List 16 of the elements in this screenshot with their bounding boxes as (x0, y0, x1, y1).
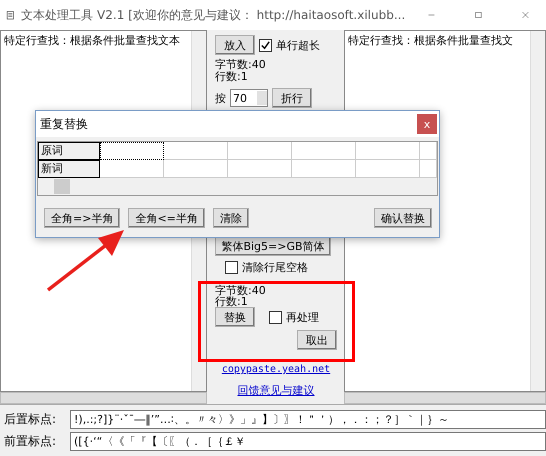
wrap-label: 按 (215, 90, 226, 106)
field-label: 后置标点: (4, 411, 58, 428)
checkbox-label: 再处理 (286, 310, 319, 324)
checkbox-label: 清除行尾空格 (242, 260, 308, 275)
row-header: 新词 (38, 160, 100, 178)
row-header: 原词 (38, 142, 100, 160)
byte-count: 字节数:40 (215, 285, 267, 296)
line-count: 行数:1 (215, 71, 249, 83)
window-title: 文本处理工具 V2.1 [欢迎你的意见与建议： http://haitaosoft.xilubb... (21, 6, 406, 24)
byte-count: 字节数:40 (215, 59, 267, 71)
text-content: 特定行查找：根据条件批量查找文 (347, 33, 514, 49)
dialog-title: 重复替换 (40, 116, 88, 132)
text-content: 特定行查找：根据条件批量查找文本 (3, 33, 181, 49)
line-count: 行数:1 (215, 296, 249, 307)
checkbox-label: 单行超长 (276, 38, 320, 52)
field-label: 前置标点: (4, 433, 58, 450)
